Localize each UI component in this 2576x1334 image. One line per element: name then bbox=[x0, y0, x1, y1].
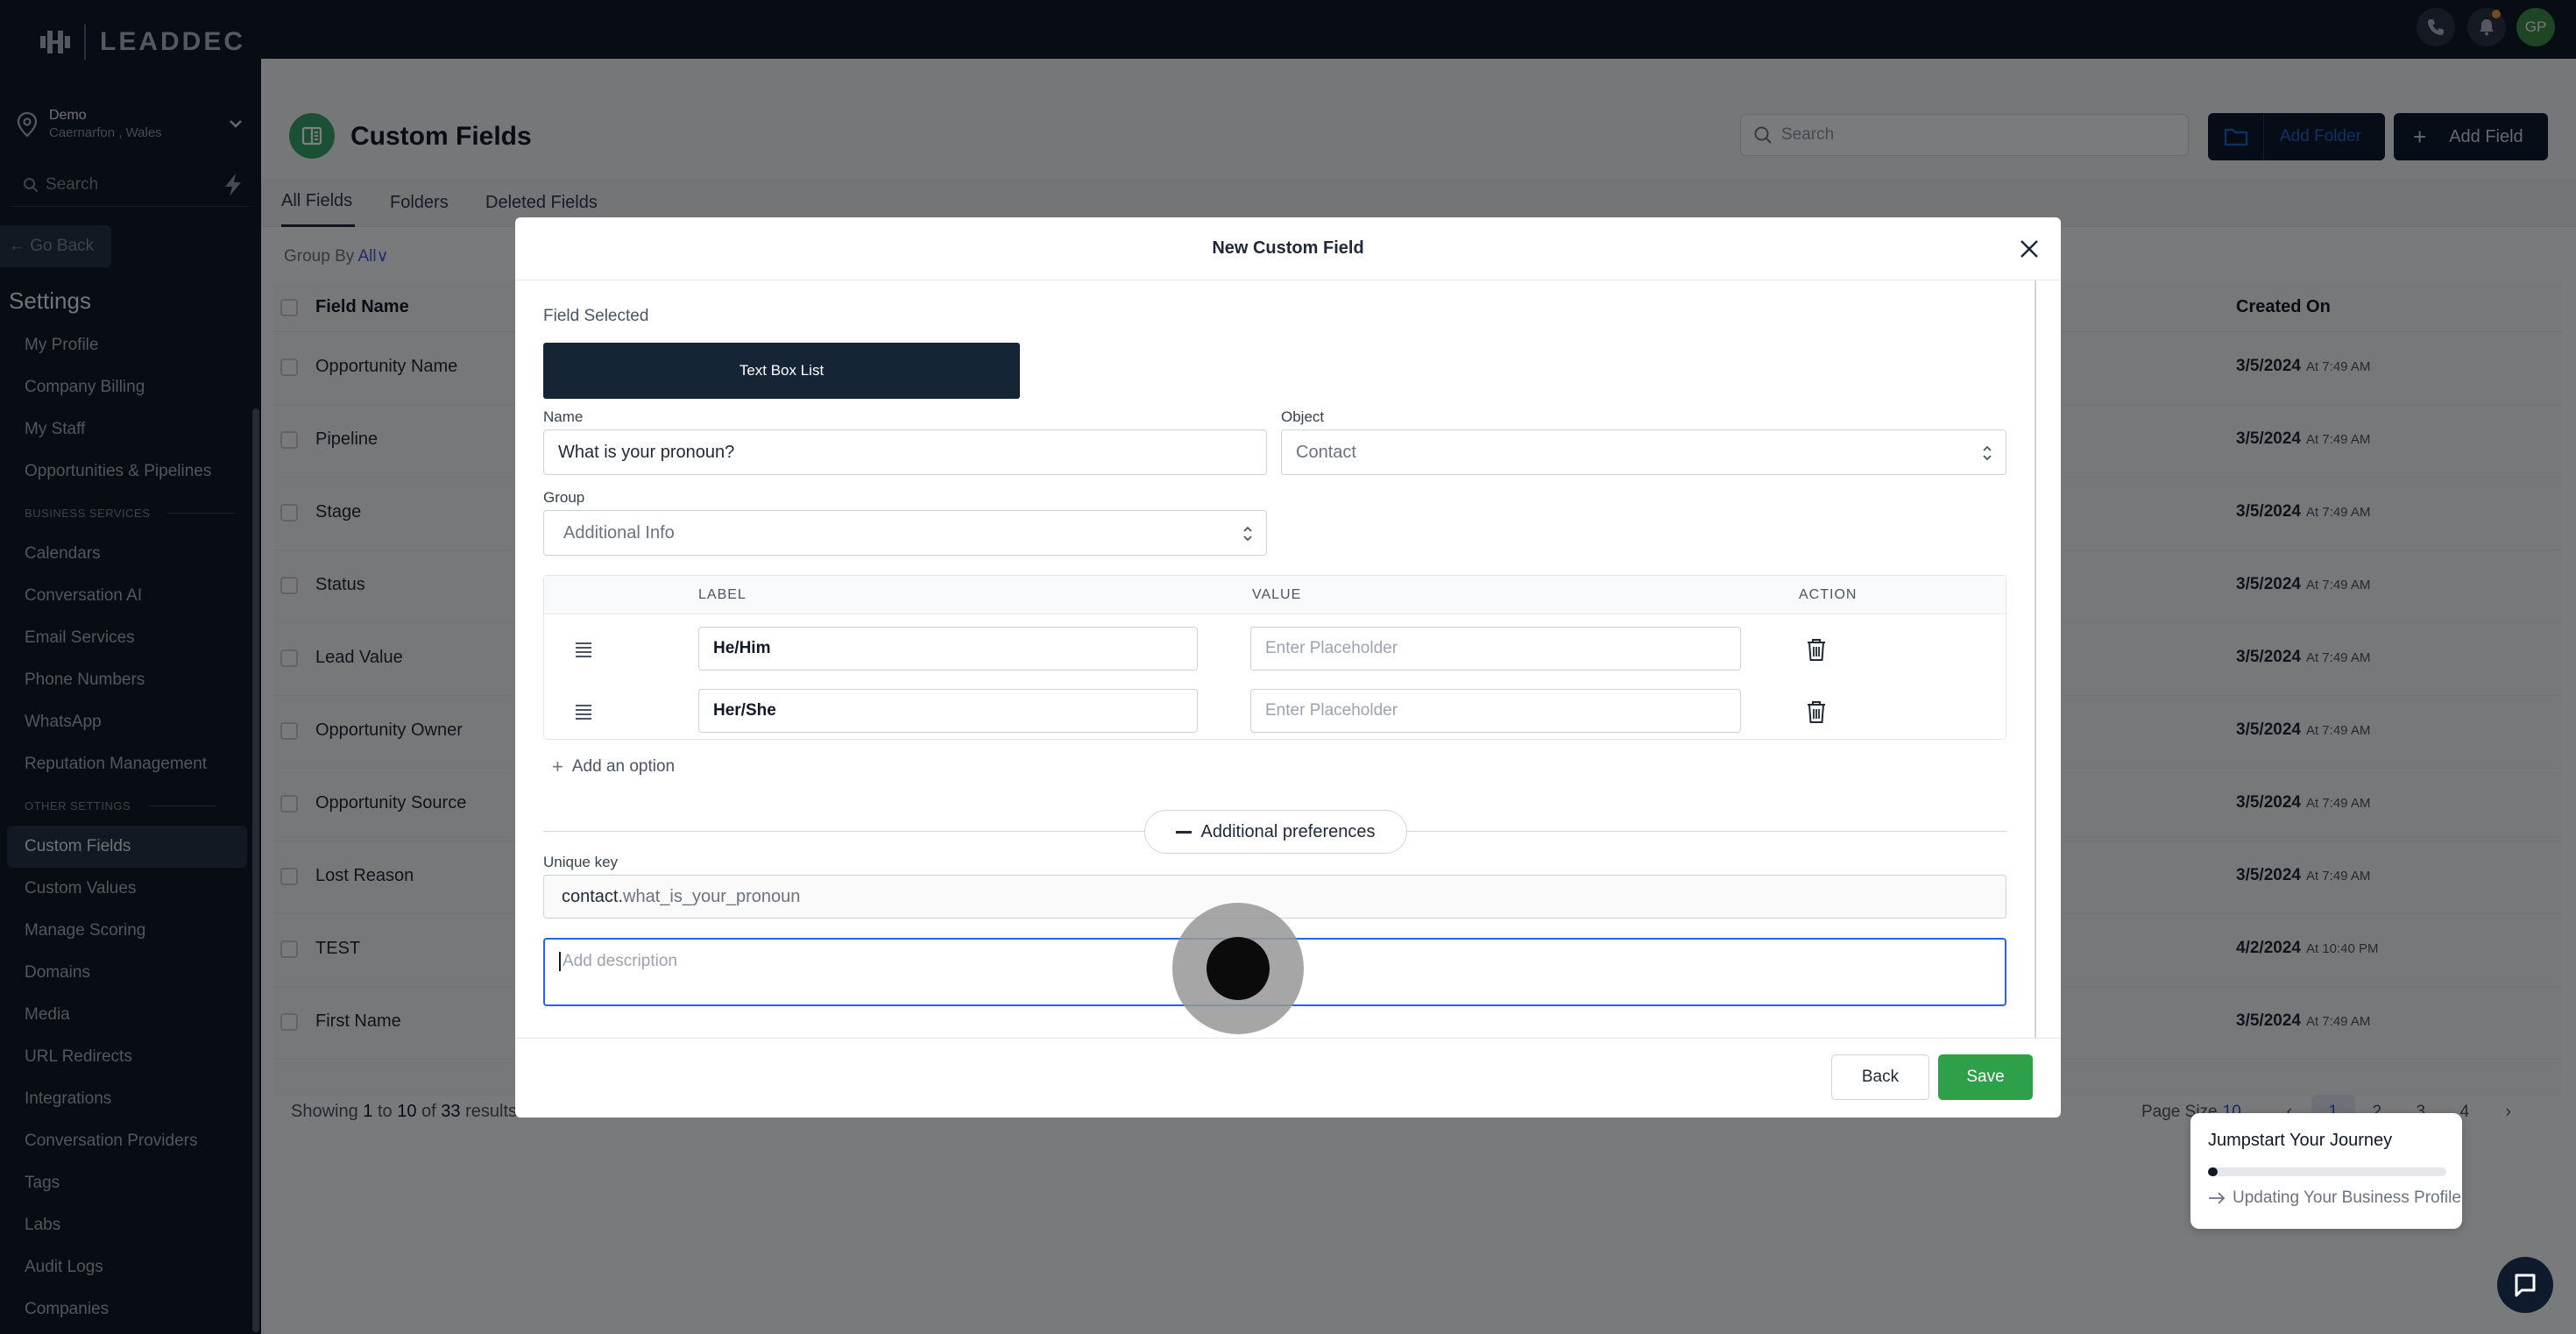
object-label: Object bbox=[1281, 408, 1325, 425]
description-placeholder: Add description bbox=[563, 952, 677, 971]
modal-header: New Custom Field bbox=[515, 217, 2061, 280]
additional-preferences-toggle[interactable]: Additional preferences bbox=[1144, 810, 1407, 854]
save-button[interactable]: Save bbox=[1938, 1054, 2033, 1100]
name-value: What is your pronoun? bbox=[558, 442, 735, 462]
option-label-input[interactable]: Her/She bbox=[698, 689, 1198, 733]
plus-icon: + bbox=[552, 756, 563, 777]
onboarding-widget[interactable]: Jumpstart Your Journey Updating Your Bus… bbox=[2190, 1113, 2462, 1229]
modal-scrollbar[interactable] bbox=[2035, 280, 2036, 1038]
options-col-value: VALUE bbox=[1252, 587, 1302, 602]
options-table: LABEL VALUE ACTION He/Him Enter Placehol… bbox=[543, 575, 2006, 740]
trash-icon[interactable] bbox=[1806, 699, 1827, 724]
group-value: Additional Info bbox=[563, 522, 675, 543]
onboarding-step[interactable]: Updating Your Business Profile bbox=[2208, 1189, 2461, 1208]
onboarding-progress-fill bbox=[2208, 1167, 2218, 1176]
group-label: Group bbox=[543, 489, 585, 506]
close-icon[interactable] bbox=[2017, 237, 2042, 261]
option-label-value: Her/She bbox=[713, 701, 776, 720]
arrow-right-icon bbox=[2209, 1192, 2226, 1204]
add-option-label: Add an option bbox=[571, 757, 676, 776]
onboarding-progress-bar bbox=[2208, 1167, 2446, 1176]
object-value: Contact bbox=[1296, 442, 1356, 462]
drag-handle-icon[interactable] bbox=[574, 703, 593, 720]
onboarding-title: Jumpstart Your Journey bbox=[2208, 1131, 2393, 1150]
group-select[interactable]: Additional Info bbox=[543, 510, 1267, 556]
field-type-selected[interactable]: Text Box List bbox=[543, 343, 1020, 399]
select-arrows-icon bbox=[1243, 526, 1252, 542]
additional-preferences-label: Additional preferences bbox=[1200, 821, 1376, 841]
options-table-header: LABEL VALUE ACTION bbox=[544, 576, 2006, 614]
minus-icon bbox=[1176, 830, 1192, 834]
chat-icon bbox=[2515, 1274, 2536, 1297]
back-button[interactable]: Back bbox=[1831, 1054, 1929, 1100]
unique-key-value: what_is_your_pronoun bbox=[623, 886, 801, 906]
object-select[interactable]: Contact bbox=[1281, 429, 2006, 475]
drag-handle-icon[interactable] bbox=[574, 641, 593, 658]
trash-icon[interactable] bbox=[1806, 637, 1827, 662]
option-label-input[interactable]: He/Him bbox=[698, 627, 1198, 671]
onboarding-step-label: Updating Your Business Profile bbox=[2233, 1189, 2461, 1207]
options-col-label: LABEL bbox=[698, 587, 747, 602]
modal-footer: Back Save bbox=[515, 1038, 2061, 1118]
modal-body: Field Selected Text Box List Name What i… bbox=[515, 280, 2061, 1038]
name-label: Name bbox=[543, 408, 584, 425]
text-cursor bbox=[559, 952, 561, 971]
touch-indicator-core bbox=[1207, 937, 1270, 1000]
field-selected-label: Field Selected bbox=[543, 307, 649, 325]
add-option-button[interactable]: + Add an option bbox=[552, 756, 675, 778]
unique-key-label: Unique key bbox=[543, 854, 619, 870]
select-arrows-icon bbox=[1983, 445, 1992, 461]
option-value-input[interactable]: Enter Placeholder bbox=[1250, 689, 1741, 733]
chat-widget-button[interactable] bbox=[2497, 1257, 2553, 1313]
option-label-value: He/Him bbox=[713, 639, 771, 657]
unique-key-field[interactable]: contact. what_is_your_pronoun bbox=[543, 875, 2006, 919]
unique-key-prefix: contact. bbox=[562, 886, 624, 906]
options-col-action: ACTION bbox=[1799, 587, 1858, 602]
modal-title: New Custom Field bbox=[1212, 238, 1364, 258]
option-value-placeholder: Enter Placeholder bbox=[1265, 701, 1398, 720]
option-value-placeholder: Enter Placeholder bbox=[1265, 639, 1398, 657]
name-field[interactable]: What is your pronoun? bbox=[543, 429, 1267, 475]
option-value-input[interactable]: Enter Placeholder bbox=[1250, 627, 1741, 671]
touch-indicator bbox=[1172, 903, 1304, 1034]
